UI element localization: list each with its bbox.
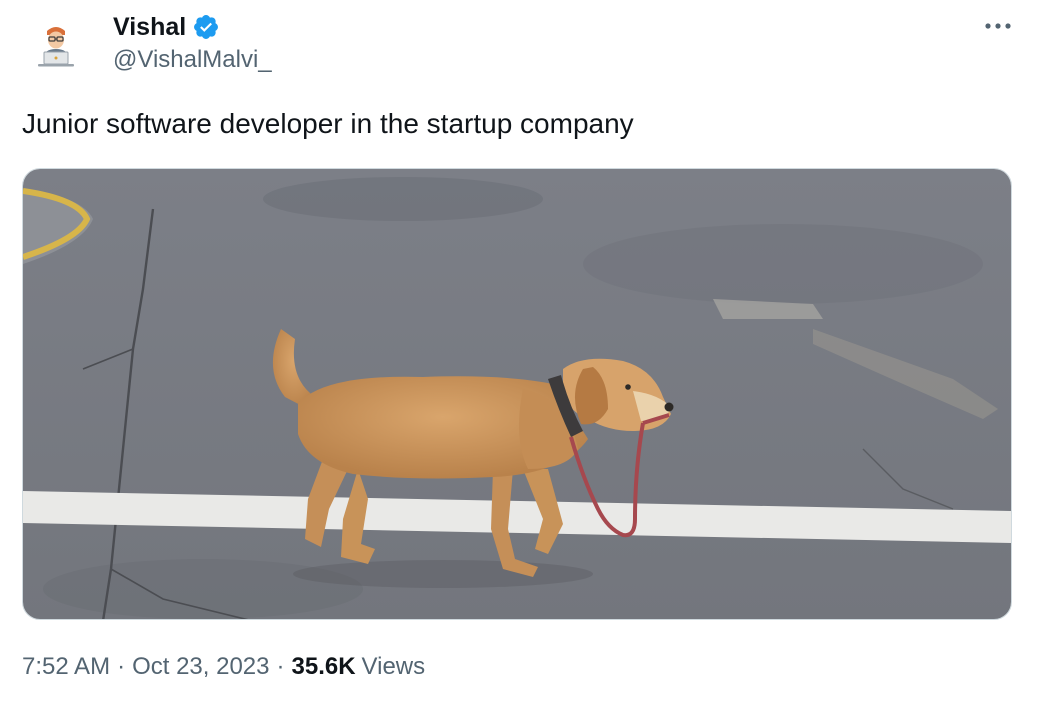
developer-at-laptop-avatar-icon — [24, 14, 88, 78]
author-avatar[interactable] — [24, 14, 88, 78]
author-display-name[interactable]: Vishal — [113, 13, 186, 42]
tweet-photo[interactable] — [22, 168, 1012, 620]
more-horizontal-icon — [985, 23, 1011, 29]
tweet-time[interactable]: 7:52 AM — [22, 653, 110, 681]
more-options-button[interactable] — [981, 12, 1015, 40]
views-label: Views — [361, 653, 426, 680]
meta-separator: · — [117, 653, 126, 680]
dog-carrying-own-leash-photo-icon — [23, 169, 1011, 619]
author-handle[interactable]: @VishalMalvi_ — [113, 46, 272, 74]
author-name-row: Vishal — [113, 10, 220, 44]
tweet-date[interactable]: Oct 23, 2023 — [132, 653, 269, 681]
meta-separator: · — [276, 653, 285, 680]
views-count: 35.6K — [291, 653, 356, 680]
tweet-text: Junior software developer in the startup… — [22, 108, 634, 139]
tweet-card[interactable]: Vishal @VishalMalvi_ Junior software dev… — [0, 0, 1041, 703]
tweet-meta: 7:52 AM · Oct 23, 2023 · 35.6K Views — [22, 648, 425, 686]
verified-badge-icon[interactable] — [192, 13, 220, 41]
